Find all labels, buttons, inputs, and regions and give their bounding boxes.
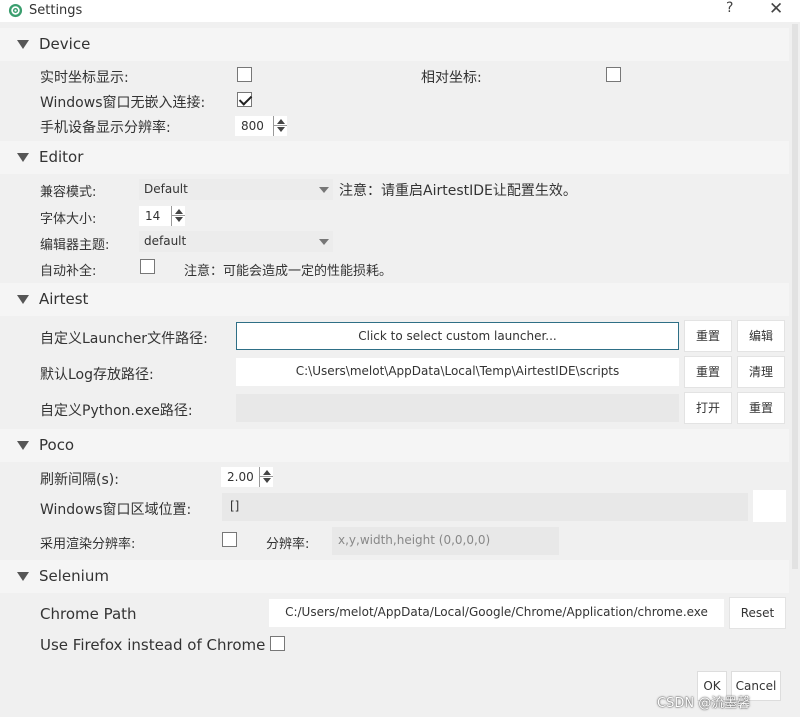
close-button[interactable]: ✕ bbox=[769, 0, 783, 19]
log-path-label: 默认Log存放路径: bbox=[40, 367, 154, 383]
realtime-coords-checkbox[interactable] bbox=[237, 67, 252, 82]
settings-gear-icon bbox=[8, 3, 23, 18]
use-firefox-checkbox[interactable] bbox=[270, 636, 285, 651]
collapse-triangle-icon bbox=[17, 441, 29, 450]
chrome-reset-button[interactable]: Reset bbox=[729, 597, 786, 629]
resolution-label: 手机设备显示分辨率: bbox=[40, 120, 171, 136]
section-header-airtest[interactable]: Airtest bbox=[0, 283, 789, 316]
compat-mode-value: Default bbox=[144, 182, 188, 196]
relative-coords-checkbox[interactable] bbox=[606, 67, 621, 82]
section-title: Device bbox=[39, 35, 91, 53]
chevron-down-icon bbox=[319, 187, 329, 193]
compat-mode-label: 兼容模式: bbox=[40, 185, 97, 200]
compat-mode-select[interactable]: Default bbox=[139, 179, 333, 200]
section-title: Selenium bbox=[39, 567, 109, 585]
render-resolution-label: 采用渲染分辨率: bbox=[40, 537, 136, 552]
chevron-down-icon bbox=[319, 239, 329, 245]
collapse-triangle-icon bbox=[17, 572, 29, 581]
editor-theme-label: 编辑器主题: bbox=[40, 238, 110, 253]
windows-no-embed-label: Windows窗口无嵌入连接: bbox=[40, 95, 206, 111]
editor-theme-select[interactable]: default bbox=[139, 231, 333, 252]
section-header-device[interactable]: Device bbox=[0, 28, 789, 61]
editor-theme-value: default bbox=[144, 234, 187, 248]
render-resolution-checkbox[interactable] bbox=[222, 532, 237, 547]
window-title: Settings bbox=[29, 3, 83, 18]
autocomplete-label: 自动补全: bbox=[40, 264, 97, 279]
launcher-path-label: 自定义Launcher文件路径: bbox=[40, 331, 208, 347]
window-region-label: Windows窗口区域位置: bbox=[40, 502, 192, 518]
resolution-stepper-arrows-icon[interactable] bbox=[273, 116, 287, 136]
launcher-edit-button[interactable]: 编辑 bbox=[737, 320, 785, 352]
log-reset-button[interactable]: 重置 bbox=[684, 356, 732, 388]
collapse-triangle-icon bbox=[17, 40, 29, 49]
python-reset-button[interactable]: 重置 bbox=[737, 392, 785, 424]
refresh-stepper-arrows-icon[interactable] bbox=[259, 467, 273, 487]
section-header-editor[interactable]: Editor bbox=[0, 141, 789, 174]
font-size-label: 字体大小: bbox=[40, 212, 97, 227]
title-bar bbox=[0, 0, 800, 22]
collapse-triangle-icon bbox=[17, 295, 29, 304]
section-header-poco[interactable]: Poco bbox=[0, 429, 789, 462]
resolution-spinbox[interactable]: 800 bbox=[235, 116, 273, 136]
chrome-path-input[interactable]: C:/Users/melot/AppData/Local/Google/Chro… bbox=[269, 599, 724, 627]
scrollbar-thumb[interactable] bbox=[792, 24, 798, 569]
use-firefox-label: Use Firefox instead of Chrome bbox=[40, 636, 266, 654]
section-title: Airtest bbox=[39, 290, 89, 308]
launcher-path-input[interactable]: Click to select custom launcher... bbox=[236, 322, 679, 350]
python-open-button[interactable]: 打开 bbox=[684, 392, 732, 424]
refresh-interval-spinbox[interactable]: 2.00 bbox=[221, 467, 259, 487]
font-size-spinbox[interactable]: 14 bbox=[139, 206, 171, 226]
resolution-input[interactable]: x,y,width,height (0,0,0,0) bbox=[332, 527, 559, 555]
autocomplete-note: 注意：可能会造成一定的性能损耗。 bbox=[184, 264, 393, 279]
font-size-stepper-arrows-icon[interactable] bbox=[171, 206, 185, 226]
windows-no-embed-checkbox[interactable] bbox=[237, 92, 252, 107]
python-path-input[interactable] bbox=[236, 394, 679, 422]
section-title: Editor bbox=[39, 148, 84, 166]
compat-mode-note: 注意：请重启AirtestIDE让配置生效。 bbox=[339, 183, 577, 199]
log-path-input[interactable]: C:\Users\melot\AppData\Local\Temp\Airtes… bbox=[236, 358, 679, 386]
section-header-selenium[interactable]: Selenium bbox=[0, 560, 789, 593]
realtime-coords-label: 实时坐标显示: bbox=[40, 70, 129, 86]
window-region-input[interactable]: [] bbox=[222, 493, 748, 521]
section-title: Poco bbox=[39, 436, 75, 454]
autocomplete-checkbox[interactable] bbox=[140, 259, 155, 274]
collapse-triangle-icon bbox=[17, 153, 29, 162]
watermark-text: CSDN @流墨馨 bbox=[657, 696, 751, 711]
window-region-picker-button[interactable] bbox=[753, 490, 786, 522]
chrome-path-label: Chrome Path bbox=[40, 605, 137, 623]
help-button[interactable]: ? bbox=[726, 0, 733, 16]
launcher-reset-button[interactable]: 重置 bbox=[684, 320, 732, 352]
relative-coords-label: 相对坐标: bbox=[421, 70, 482, 86]
refresh-interval-label: 刷新间隔(s): bbox=[40, 472, 119, 488]
resolution-field-label: 分辨率: bbox=[266, 537, 310, 552]
log-clear-button[interactable]: 清理 bbox=[737, 356, 785, 388]
python-path-label: 自定义Python.exe路径: bbox=[40, 403, 193, 419]
